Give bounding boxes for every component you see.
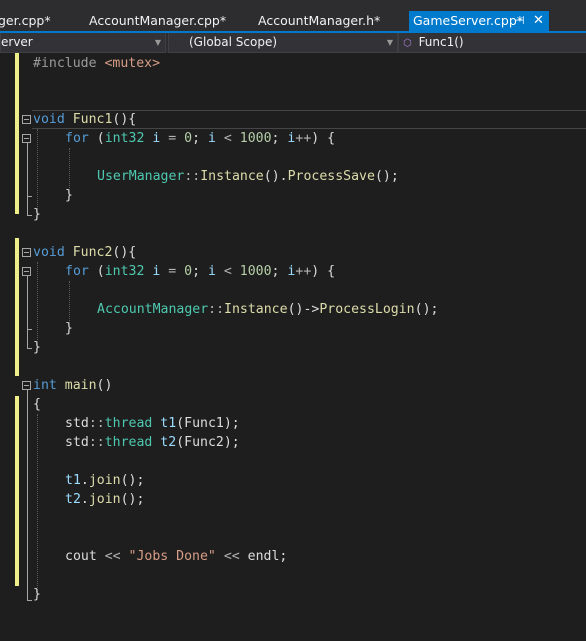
code-line-join-t1: t1.join(); <box>65 473 145 488</box>
outline-tick <box>27 600 32 601</box>
code-line-cout: cout << "Jobs Done" << endl; <box>65 549 288 564</box>
indent-guide <box>37 262 38 342</box>
indent-guide <box>37 414 38 594</box>
code-line-brace: } <box>33 340 41 355</box>
project-dropdown-label: erver <box>1 35 33 49</box>
scope-dropdown-label: (Global Scope) <box>189 35 278 49</box>
function-dropdown[interactable]: ⬡ Func1() <box>398 33 586 53</box>
code-line-func2-decl: void Func2(){ <box>33 245 137 260</box>
chevron-down-icon: ▼ <box>386 38 393 47</box>
change-marker <box>15 396 19 586</box>
code-line-brace: } <box>33 587 41 602</box>
code-line-brace: } <box>65 321 73 336</box>
collapse-toggle[interactable] <box>22 115 31 124</box>
close-icon[interactable]: ✕ <box>533 11 544 31</box>
change-marker <box>15 238 19 376</box>
navigation-bar: erver ▼ (Global Scope) ▼ ⬡ Func1() <box>0 33 586 53</box>
outline-tick <box>27 196 32 197</box>
scope-dropdown[interactable]: (Global Scope) ▼ <box>168 33 398 53</box>
pin-icon[interactable]: ⊣ <box>515 11 525 31</box>
code-line-for-loop: for (int32 i = 0; i < 1000; i++) { <box>65 264 336 279</box>
code-line-brace: } <box>65 188 73 203</box>
code-line-brace: } <box>33 207 41 222</box>
chevron-down-icon: ▼ <box>154 38 161 47</box>
indent-guide <box>37 129 38 209</box>
tab-gameserver-label: GameServer.cpp* <box>413 13 524 28</box>
code-line-brace: { <box>33 397 41 412</box>
function-dropdown-label: Func1() <box>418 35 464 49</box>
code-line-thread-t1: std::thread t1(Func1); <box>65 416 240 431</box>
collapse-toggle[interactable] <box>22 248 31 257</box>
outline-line <box>27 276 28 348</box>
outline-line <box>27 143 28 215</box>
indent-guide <box>69 281 70 323</box>
code-line-func1-decl: void Func1(){ <box>33 112 137 127</box>
outline-tick <box>27 348 32 349</box>
tab-ger-cpp[interactable]: ger.cpp* <box>0 11 51 31</box>
tab-account-manager-cpp[interactable]: AccountManager.cpp* <box>89 11 226 31</box>
code-line-thread-t2: std::thread t2(Func2); <box>65 435 240 450</box>
change-marker <box>15 110 19 214</box>
code-line-include: #include <mutex> <box>33 56 161 71</box>
code-editor[interactable]: #include <mutex> void Func1(){ for (int3… <box>0 53 586 641</box>
code-line-process-save: UserManager::Instance().ProcessSave(); <box>97 169 399 184</box>
outline-line <box>27 390 28 600</box>
outline-tick <box>27 215 32 216</box>
tab-account-manager-h[interactable]: AccountManager.h* <box>258 11 380 31</box>
code-line-join-t2: t2.join(); <box>65 492 145 507</box>
project-dropdown[interactable]: erver ▼ <box>0 33 166 53</box>
collapse-toggle[interactable] <box>22 267 31 276</box>
collapse-toggle[interactable] <box>22 381 31 390</box>
tab-bar: ger.cpp* AccountManager.cpp* AccountMana… <box>0 0 586 32</box>
code-line-main-decl: int main() <box>33 378 113 393</box>
method-icon: ⬡ <box>403 38 412 49</box>
tab-gameserver-cpp[interactable]: GameServer.cpp* ⊣ ✕ <box>409 11 549 32</box>
collapse-toggle[interactable] <box>22 134 31 143</box>
outline-tick <box>27 329 32 330</box>
change-marker <box>15 53 19 110</box>
code-line-process-login: AccountManager::Instance()->ProcessLogin… <box>97 302 439 317</box>
code-line-for-loop: for (int32 i = 0; i < 1000; i++) { <box>65 131 336 146</box>
indent-guide <box>69 148 70 190</box>
